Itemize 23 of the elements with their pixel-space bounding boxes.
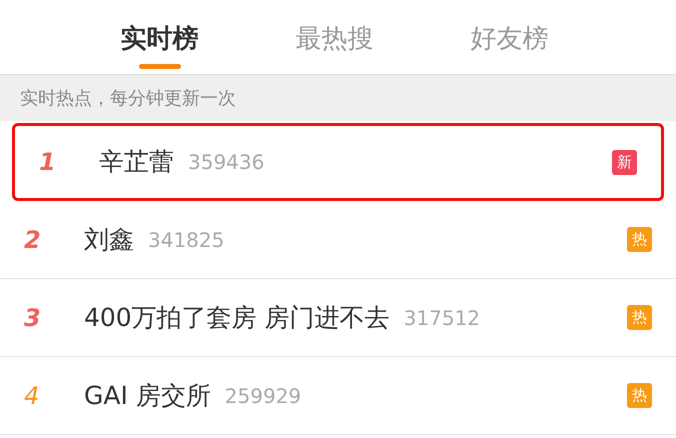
search-count: 341825 xyxy=(148,226,224,254)
rank-number: 1 xyxy=(39,147,57,178)
rank-number: 2 xyxy=(24,224,42,256)
trending-row[interactable]: 1 辛芷蕾 359436 新 xyxy=(12,123,664,201)
search-count: 317512 xyxy=(404,304,480,332)
rank-number: 3 xyxy=(24,302,42,334)
trending-row[interactable]: 2 刘鑫 341825 热 xyxy=(0,201,676,279)
topic-badge: 热 xyxy=(627,227,652,252)
topic-badge: 新 xyxy=(612,150,637,174)
trending-row[interactable]: 3 400万拍了套房 房门进不去 317512 热 xyxy=(0,279,676,357)
rank-number: 4 xyxy=(24,380,40,412)
topic-badge: 热 xyxy=(627,383,652,408)
search-count: 359436 xyxy=(188,149,264,176)
topic-title: 刘鑫 xyxy=(84,224,134,256)
tab-indicator xyxy=(139,64,181,69)
trending-row[interactable]: 4 GAI 房交所 259929 热 xyxy=(0,357,676,435)
tab[interactable]: 实时榜 xyxy=(72,0,247,75)
topic-title: 辛芷蕾 xyxy=(99,146,174,178)
search-count: 259929 xyxy=(224,382,302,410)
topic-title: 400万拍了套房 房门进不去 xyxy=(84,302,390,334)
notice-bar: 实时热点，每分钟更新一次 xyxy=(0,75,676,121)
topic-title: GAI 房交所 xyxy=(84,380,211,412)
topic-badge: 热 xyxy=(627,305,652,330)
